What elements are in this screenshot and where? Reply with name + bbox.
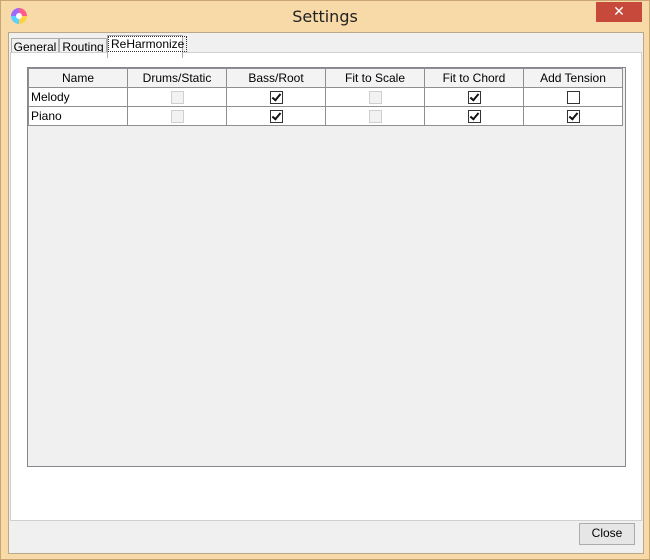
track-settings-table: Name Drums/Static Bass/Root Fit to Scale Fit… xyxy=(28,68,623,126)
column-header-bass-root[interactable]: Bass/Root xyxy=(226,68,326,88)
option-cell xyxy=(523,87,623,107)
checkbox-add-tension[interactable] xyxy=(566,110,580,124)
column-header-fit-to-chord[interactable]: Fit to Chord xyxy=(424,68,524,88)
option-cell xyxy=(523,106,623,126)
title-bar[interactable]: Settings ✕ xyxy=(1,1,649,32)
option-cell xyxy=(226,106,326,126)
column-header-fit-to-scale[interactable]: Fit to Scale xyxy=(325,68,425,88)
checkbox-fit-to-scale xyxy=(368,91,382,105)
settings-window: Settings ✕ General Routing ReHarmonize N… xyxy=(0,0,650,560)
option-cell xyxy=(424,106,524,126)
table-header-row: Name Drums/Static Bass/Root Fit to Scale Fit… xyxy=(28,68,623,88)
checkbox-fit-to-scale xyxy=(368,110,382,124)
reharmonize-panel: Name Drums/Static Bass/Root Fit to Scale Fit… xyxy=(10,52,642,521)
table-row[interactable]: Melody xyxy=(28,87,623,107)
checkbox-add-tension[interactable] xyxy=(566,91,580,105)
track-settings-grid[interactable]: Name Drums/Static Bass/Root Fit to Scale Fit… xyxy=(27,67,626,467)
option-cell xyxy=(226,87,326,107)
checkbox-fit-to-chord[interactable] xyxy=(467,110,481,124)
option-cell xyxy=(325,106,425,126)
window-close-button[interactable]: ✕ xyxy=(596,2,642,22)
table-row[interactable]: Piano xyxy=(28,106,623,126)
track-name-cell: Piano xyxy=(28,106,128,126)
checkbox-bass-root[interactable] xyxy=(269,110,283,124)
column-header-add-tension[interactable]: Add Tension xyxy=(523,68,623,88)
close-button[interactable]: Close xyxy=(579,523,635,545)
tab-reharmonize[interactable]: ReHarmonize xyxy=(107,35,188,58)
option-cell xyxy=(127,87,227,107)
window-title: Settings xyxy=(292,7,358,26)
checkbox-drums-static xyxy=(170,110,184,124)
track-name-cell: Melody xyxy=(28,87,128,107)
checkbox-drums-static xyxy=(170,91,184,105)
dialog-client-area: General Routing ReHarmonize Name Drums/St… xyxy=(8,32,644,554)
tab-reharmonize-label: ReHarmonize xyxy=(108,36,188,52)
column-header-name[interactable]: Name xyxy=(28,68,128,88)
checkbox-bass-root[interactable] xyxy=(269,91,283,105)
column-header-drums-static[interactable]: Drums/Static xyxy=(127,68,227,88)
option-cell xyxy=(127,106,227,126)
option-cell xyxy=(424,87,524,107)
option-cell xyxy=(325,87,425,107)
checkbox-fit-to-chord[interactable] xyxy=(467,91,481,105)
